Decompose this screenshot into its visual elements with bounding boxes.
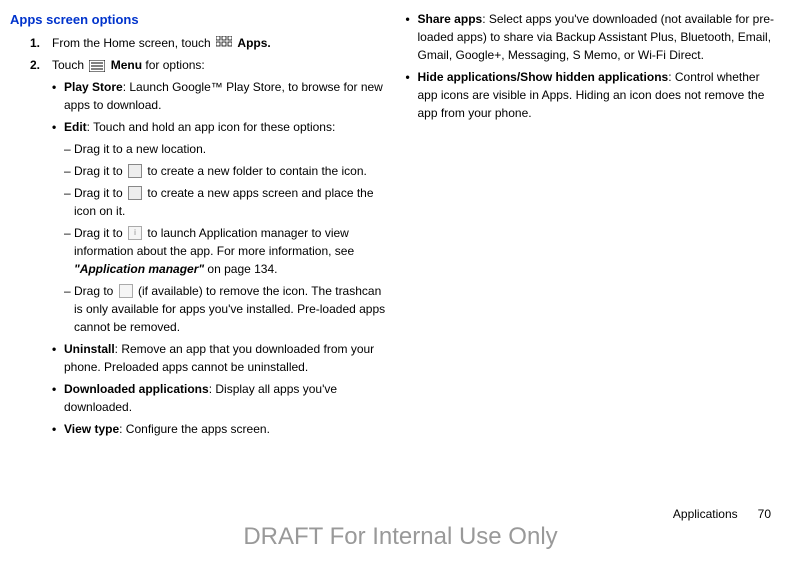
sub5a: Drag to — [74, 284, 117, 298]
app-manager-ref: "Application manager" — [74, 262, 204, 276]
bullet-uninstall: • Uninstall: Remove an app that you down… — [52, 340, 386, 376]
sub-drag-new-location: – Drag it to a new location. — [64, 140, 386, 158]
sub2b: to create a new folder to contain the ic… — [144, 164, 367, 178]
bullet-shareapps: • Share apps: Select apps you've downloa… — [406, 10, 782, 64]
trash-icon — [119, 284, 133, 298]
step-number: 1. — [30, 34, 52, 52]
watermark: DRAFT For Internal Use Only — [0, 519, 801, 555]
bullet-viewtype: • View type: Configure the apps screen. — [52, 420, 386, 438]
uninstall-label: Uninstall — [64, 342, 115, 356]
downloaded-label: Downloaded applications — [64, 382, 209, 396]
bullet-hideapps: • Hide applications/Show hidden applicat… — [406, 68, 782, 122]
step1-prefix: From the Home screen, touch — [52, 36, 214, 50]
bullet-text: Uninstall: Remove an app that you downlo… — [64, 340, 386, 376]
playstore-label: Play Store — [64, 80, 123, 94]
bullet-dot: • — [52, 118, 64, 136]
step-text: Touch Menu for options: — [52, 56, 386, 74]
left-column: Apps screen options 1. From the Home scr… — [10, 10, 386, 442]
sub2a: Drag it to — [74, 164, 126, 178]
hideapps-label: Hide applications/Show hidden applicatio… — [418, 70, 669, 84]
sub-dash: – — [64, 140, 74, 158]
bullet-dot: • — [406, 68, 418, 122]
sub-dash: – — [64, 162, 74, 180]
sub-drag-trash: – Drag to (if available) to remove the i… — [64, 282, 386, 336]
page-icon — [128, 186, 142, 200]
step-number: 2. — [30, 56, 52, 74]
step-1: 1. From the Home screen, touch Apps. — [30, 34, 386, 52]
bullet-text: View type: Configure the apps screen. — [64, 420, 386, 438]
menu-icon — [89, 59, 105, 71]
bullet-text: Play Store: Launch Google™ Play Store, t… — [64, 78, 386, 114]
step2-prefix: Touch — [52, 58, 87, 72]
bullet-play-store: • Play Store: Launch Google™ Play Store,… — [52, 78, 386, 114]
step-2: 2. Touch Menu for options: — [30, 56, 386, 74]
sub4a: Drag it to — [74, 226, 126, 240]
bullet-text: Hide applications/Show hidden applicatio… — [418, 68, 782, 122]
sub-text: Drag it to i to launch Application manag… — [74, 224, 386, 278]
bullet-dot: • — [52, 78, 64, 114]
apps-label: Apps. — [237, 36, 270, 50]
bullet-downloaded: • Downloaded applications: Display all a… — [52, 380, 386, 416]
bullet-dot: • — [52, 420, 64, 438]
bullet-text: Downloaded applications: Display all app… — [64, 380, 386, 416]
sub3a: Drag it to — [74, 186, 126, 200]
folder-icon — [128, 164, 142, 178]
sub-dash: – — [64, 184, 74, 220]
section-title: Apps screen options — [10, 10, 386, 30]
bullet-edit: • Edit: Touch and hold an app icon for t… — [52, 118, 386, 136]
edit-text: : Touch and hold an app icon for these o… — [87, 120, 336, 134]
sub-drag-folder: – Drag it to to create a new folder to c… — [64, 162, 386, 180]
sub-text: Drag it to to create a new apps screen a… — [74, 184, 386, 220]
sub-dash: – — [64, 224, 74, 278]
bullet-dot: • — [52, 380, 64, 416]
bullet-text: Edit: Touch and hold an app icon for the… — [64, 118, 386, 136]
viewtype-label: View type — [64, 422, 119, 436]
sub-text: Drag it to a new location. — [74, 140, 386, 158]
sub4d: on page 134. — [204, 262, 277, 276]
apps-grid-icon — [216, 36, 232, 50]
sub-dash: – — [64, 282, 74, 336]
sub-text: Drag to (if available) to remove the ico… — [74, 282, 386, 336]
shareapps-label: Share apps — [418, 12, 483, 26]
bullet-text: Share apps: Select apps you've downloade… — [418, 10, 782, 64]
info-icon: i — [128, 226, 142, 240]
sub-text: Drag it to to create a new folder to con… — [74, 162, 386, 180]
viewtype-text: : Configure the apps screen. — [119, 422, 270, 436]
right-column: • Share apps: Select apps you've downloa… — [406, 10, 782, 442]
bullet-dot: • — [52, 340, 64, 376]
sub-drag-app-manager: – Drag it to i to launch Application man… — [64, 224, 386, 278]
menu-label: Menu — [111, 58, 142, 72]
step2-suffix: for options: — [142, 58, 205, 72]
edit-label: Edit — [64, 120, 87, 134]
bullet-dot: • — [406, 10, 418, 64]
sub-drag-new-screen: – Drag it to to create a new apps screen… — [64, 184, 386, 220]
step-text: From the Home screen, touch Apps. — [52, 34, 386, 52]
